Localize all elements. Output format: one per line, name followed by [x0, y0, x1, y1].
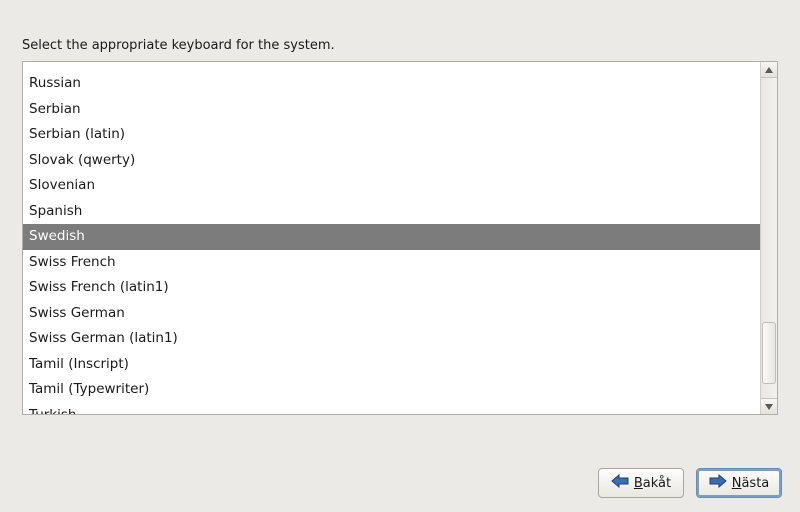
list-item[interactable]: Swiss French (latin1) [23, 275, 760, 301]
list-item[interactable]: Serbian [23, 97, 760, 123]
list-item[interactable]: Spanish [23, 199, 760, 225]
keyboard-listbox[interactable]: Romanian Standard CedillaRussianSerbianS… [23, 62, 760, 414]
back-button-label: Bakåt [634, 476, 671, 491]
list-item[interactable]: Turkish [23, 403, 760, 415]
list-item[interactable]: Romanian Standard Cedilla [23, 62, 760, 71]
next-button-label: Nästa [732, 476, 770, 491]
list-item[interactable]: Tamil (Inscript) [23, 352, 760, 378]
arrow-right-icon [709, 474, 727, 492]
keyboard-listbox-frame: Romanian Standard CedillaRussianSerbianS… [22, 61, 778, 415]
back-button[interactable]: Bakåt [598, 468, 684, 498]
scrollbar[interactable] [760, 62, 777, 414]
next-button[interactable]: Nästa [696, 468, 782, 498]
list-item[interactable]: Swedish [23, 224, 760, 250]
list-item[interactable]: Slovenian [23, 173, 760, 199]
arrow-left-icon [611, 474, 629, 492]
scroll-down-button[interactable] [761, 398, 777, 414]
list-item[interactable]: Swiss German [23, 301, 760, 327]
list-item[interactable]: Slovak (qwerty) [23, 148, 760, 174]
scrollbar-thumb[interactable] [762, 322, 776, 384]
list-item[interactable]: Swiss French [23, 250, 760, 276]
list-item[interactable]: Russian [23, 71, 760, 97]
button-bar: Bakåt Nästa [598, 468, 782, 498]
list-item[interactable]: Tamil (Typewriter) [23, 377, 760, 403]
prompt-label: Select the appropriate keyboard for the … [22, 38, 778, 53]
scroll-up-button[interactable] [761, 62, 777, 78]
list-item[interactable]: Serbian (latin) [23, 122, 760, 148]
list-item[interactable]: Swiss German (latin1) [23, 326, 760, 352]
